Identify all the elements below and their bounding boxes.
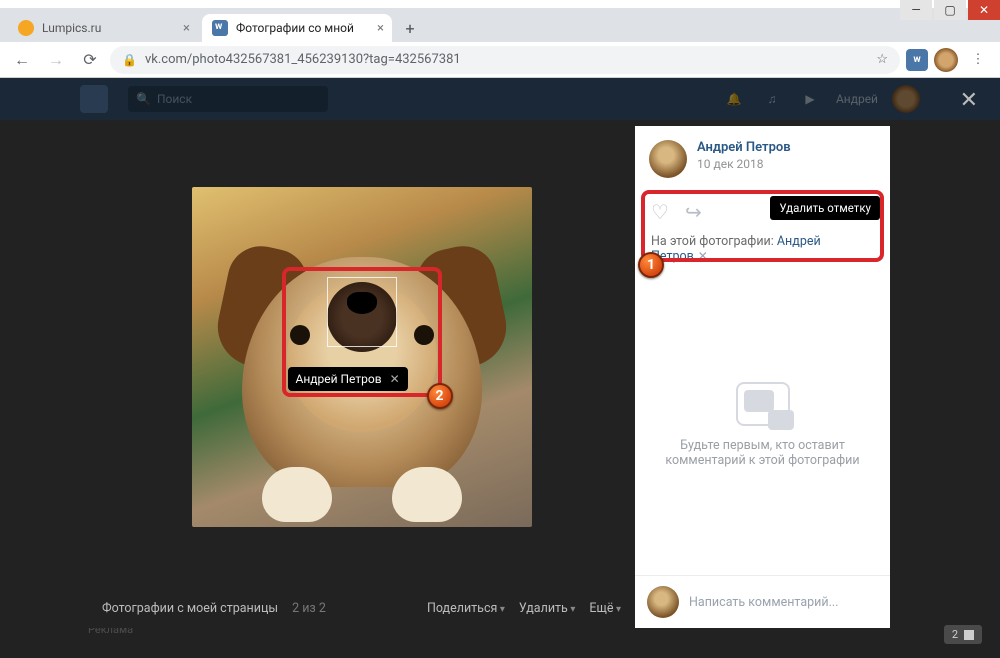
- favicon-lumpics: [18, 20, 34, 36]
- window-close[interactable]: ✕: [968, 0, 1000, 20]
- vk-header: 🔍 Поиск 🔔 ♫ ▶ Андрей: [0, 78, 1000, 120]
- tab-strip: Lumpics.ru × Фотографии со мной × +: [0, 8, 1000, 42]
- photo-counter: 2 из 2: [292, 601, 326, 616]
- profile-avatar[interactable]: [934, 48, 958, 72]
- play-icon[interactable]: ▶: [798, 87, 822, 111]
- annotation-marker-2: 2: [427, 383, 453, 409]
- tag-pill-label: Андрей Петров: [296, 372, 382, 386]
- author-block: Андрей Петров 10 дек 2018: [635, 126, 890, 188]
- floating-badge-count: 2: [952, 628, 958, 641]
- photo-toolbar: Фотографии с моей страницы 2 из 2 Подели…: [88, 588, 635, 628]
- reload-button[interactable]: ⟳: [76, 46, 104, 74]
- bell-icon[interactable]: 🔔: [722, 87, 746, 111]
- favicon-vk: [212, 20, 228, 36]
- page-content: 🔍 Поиск 🔔 ♫ ▶ Андрей ✕ Powered Блог Рекл…: [0, 78, 1000, 658]
- window-maximize[interactable]: ▢: [934, 0, 966, 20]
- header-avatar[interactable]: [892, 85, 920, 113]
- share-icon[interactable]: ↪: [685, 200, 702, 224]
- address-bar[interactable]: 🔒 vk.com/photo432567381_456239130?tag=43…: [110, 46, 900, 74]
- actions-wrap: 1 ♡ ↪ Удалить отметку На этой фотографии…: [645, 194, 880, 274]
- floating-badge[interactable]: 2: [944, 625, 982, 644]
- tab-vk-photos[interactable]: Фотографии со мной ×: [202, 14, 392, 42]
- titlebar: [0, 0, 1000, 8]
- photo-viewer: Андрей Петров ✕ 2 Фотографии с моей стра…: [88, 126, 890, 628]
- comments-empty: • • • Будьте первым, кто оставит коммент…: [635, 274, 890, 575]
- close-tab-icon[interactable]: ×: [377, 21, 384, 36]
- browser-toolbar: ← → ⟳ 🔒 vk.com/photo432567381_456239130?…: [0, 42, 1000, 78]
- comment-input[interactable]: Написать комментарий...: [689, 595, 838, 610]
- comments-empty-text: Будьте первым, кто оставит комментарий к…: [663, 438, 862, 468]
- tag-pill-remove-icon[interactable]: ✕: [390, 372, 400, 386]
- floating-badge-icon: [964, 630, 974, 640]
- annotation-marker-1: 1: [638, 252, 664, 278]
- author-name[interactable]: Андрей Петров: [697, 140, 791, 155]
- remove-tag-icon[interactable]: ✕: [698, 249, 708, 263]
- vk-extension-icon[interactable]: w: [906, 49, 928, 71]
- post-date: 10 дек 2018: [697, 157, 791, 171]
- bookmark-star-icon[interactable]: ☆: [876, 52, 888, 67]
- search-icon: 🔍: [136, 92, 151, 106]
- url-text: vk.com/photo432567381_456239130?tag=4325…: [145, 52, 461, 67]
- remove-tag-tooltip: Удалить отметку: [770, 196, 880, 220]
- side-panel: Андрей Петров 10 дек 2018 1 ♡ ↪ Удалить …: [635, 126, 890, 628]
- close-viewer-button[interactable]: ✕: [960, 88, 978, 113]
- more-button[interactable]: Ещё: [589, 601, 621, 616]
- tag-pill[interactable]: Андрей Петров ✕: [288, 367, 408, 391]
- my-avatar[interactable]: [647, 586, 679, 618]
- header-username[interactable]: Андрей: [836, 92, 878, 106]
- tab-title: Фотографии со мной: [236, 21, 354, 35]
- tag-line: На этой фотографии: Андрей Петров✕: [645, 230, 880, 274]
- lock-icon: 🔒: [122, 53, 137, 67]
- tag-line-prefix: На этой фотографии:: [651, 234, 777, 249]
- photo-stage: Андрей Петров ✕ 2: [88, 126, 635, 588]
- delete-button[interactable]: Удалить: [519, 601, 575, 616]
- browser-menu[interactable]: ⋮: [964, 52, 992, 67]
- vk-search[interactable]: 🔍 Поиск: [128, 86, 328, 112]
- share-button[interactable]: Поделиться: [427, 601, 505, 616]
- comment-input-row: Написать комментарий...: [635, 575, 890, 628]
- author-avatar[interactable]: [649, 140, 687, 178]
- tab-title: Lumpics.ru: [42, 21, 101, 35]
- back-button[interactable]: ←: [8, 46, 36, 74]
- photo[interactable]: Андрей Петров ✕ 2: [192, 187, 532, 527]
- vk-logo[interactable]: [80, 85, 108, 113]
- close-tab-icon[interactable]: ×: [183, 21, 190, 36]
- music-icon[interactable]: ♫: [760, 87, 784, 111]
- photo-area: Андрей Петров ✕ 2 Фотографии с моей стра…: [88, 126, 635, 628]
- album-title[interactable]: Фотографии с моей страницы: [102, 601, 278, 616]
- tab-lumpics[interactable]: Lumpics.ru ×: [8, 14, 198, 42]
- comments-placeholder-icon: • • •: [736, 382, 790, 426]
- forward-button[interactable]: →: [42, 46, 70, 74]
- search-placeholder: Поиск: [157, 92, 192, 106]
- tag-frame[interactable]: [327, 277, 397, 347]
- new-tab-button[interactable]: +: [396, 14, 424, 42]
- like-icon[interactable]: ♡: [651, 200, 669, 224]
- window-minimize[interactable]: —: [900, 0, 932, 20]
